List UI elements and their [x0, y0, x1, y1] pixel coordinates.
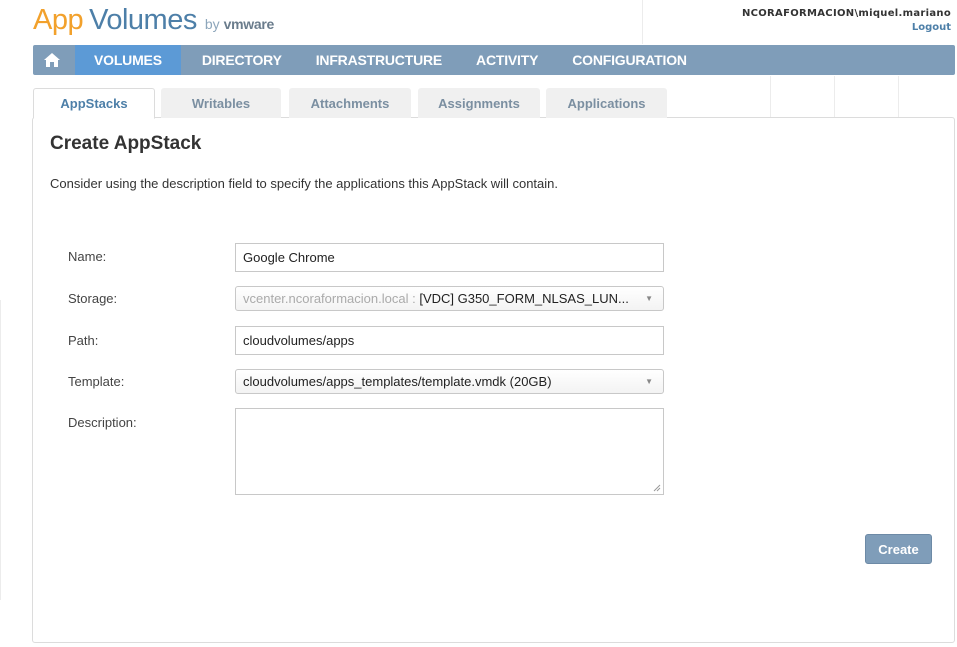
- page-title: Create AppStack: [50, 133, 202, 154]
- template-select[interactable]: cloudvolumes/apps_templates/template.vmd…: [235, 369, 664, 394]
- path-input[interactable]: cloudvolumes/apps: [235, 326, 664, 355]
- logo-vmware-text: vmware: [223, 16, 275, 32]
- logo-app-text: App: [33, 4, 84, 36]
- background-line: [642, 0, 643, 44]
- home-button[interactable]: [33, 45, 71, 75]
- logo-volumes-text: Volumes: [89, 4, 197, 36]
- app-volumes-logo: App Volumes by vmware: [33, 4, 274, 38]
- storage-select[interactable]: vcenter.ncoraformacion.local : [VDC] G35…: [235, 286, 664, 311]
- template-label: Template:: [68, 374, 125, 389]
- nav-configuration[interactable]: CONFIGURATION: [555, 45, 704, 75]
- background-line: [0, 300, 1, 600]
- nav-infrastructure[interactable]: INFRASTRUCTURE: [299, 45, 459, 75]
- nav-volumes[interactable]: VOLUMES: [75, 45, 181, 75]
- name-label: Name:: [68, 249, 107, 264]
- name-input[interactable]: Google Chrome: [235, 243, 664, 272]
- description-label: Description:: [68, 415, 137, 430]
- storage-host: vcenter.ncoraformacion.local :: [243, 291, 416, 306]
- resize-handle-icon[interactable]: [653, 484, 661, 492]
- nav-activity[interactable]: ACTIVITY: [459, 45, 555, 75]
- path-label: Path:: [68, 333, 99, 348]
- storage-label: Storage:: [68, 291, 118, 306]
- storage-value: [VDC] G350_FORM_NLSAS_LUN...: [419, 291, 629, 306]
- create-button[interactable]: Create: [865, 534, 932, 564]
- tab-writables[interactable]: Writables: [161, 88, 281, 118]
- user-box: NCORAFORMACION\miquel.mariano Logout: [742, 7, 951, 35]
- tab-applications[interactable]: Applications: [546, 88, 667, 118]
- tab-assignments[interactable]: Assignments: [418, 88, 540, 118]
- chevron-down-icon: ▼: [645, 377, 653, 386]
- tab-appstacks[interactable]: AppStacks: [33, 88, 155, 119]
- nav-directory[interactable]: DIRECTORY: [185, 45, 299, 75]
- chevron-down-icon: ▼: [645, 294, 653, 303]
- main-navbar: VOLUMES DIRECTORY INFRASTRUCTURE ACTIVIT…: [33, 45, 955, 75]
- logout-link[interactable]: Logout: [742, 21, 951, 35]
- user-name: NCORAFORMACION\miquel.mariano: [741, 8, 951, 19]
- template-value: cloudvolumes/apps_templates/template.vmd…: [243, 374, 552, 389]
- page-description: Consider using the description field to …: [50, 176, 559, 191]
- home-icon: [44, 53, 60, 67]
- tab-attachments[interactable]: Attachments: [289, 88, 411, 118]
- logo-by-text: by: [204, 16, 220, 32]
- description-textarea[interactable]: [235, 408, 664, 495]
